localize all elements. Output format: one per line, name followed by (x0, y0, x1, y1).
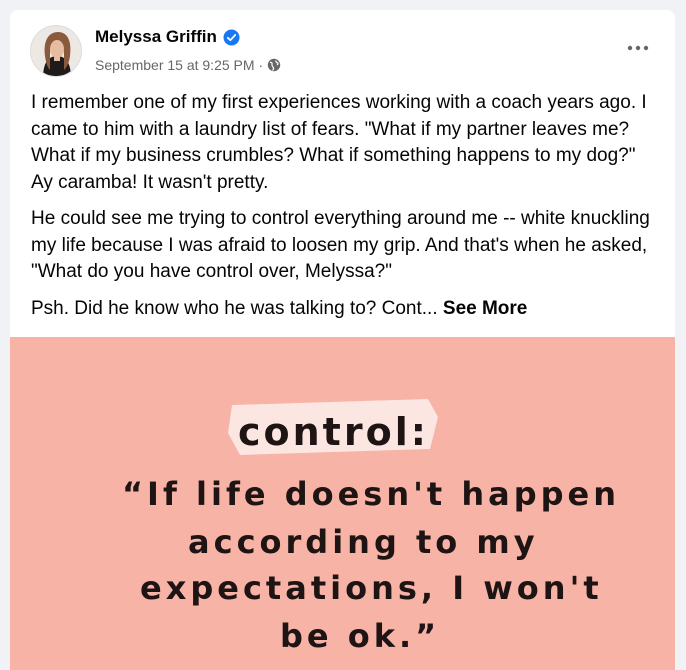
see-more-button[interactable]: See More (443, 298, 527, 319)
post-card: Melyssa Griffin September 15 at 9:25 PM … (10, 10, 675, 670)
post-image[interactable]: control: “If life doesn't happen accordi… (10, 337, 675, 670)
globe-icon[interactable] (267, 58, 281, 72)
quote-line: “If life doesn't happen (122, 475, 620, 513)
quote-line: expectations, I won't (140, 569, 603, 607)
post-text: I remember one of my first experiences w… (31, 90, 661, 332)
quote-line: be ok.” (280, 617, 440, 655)
more-options-icon[interactable] (623, 37, 653, 59)
post-paragraph-truncated: Psh. Did he know who he was talking to? … (31, 296, 661, 323)
truncated-text: Psh. Did he know who he was talking to? … (31, 297, 438, 319)
post-paragraph: I remember one of my first experiences w… (31, 92, 647, 193)
verified-badge-icon (223, 29, 240, 46)
image-title: control: (238, 410, 429, 454)
post-meta: September 15 at 9:25 PM · (95, 57, 281, 73)
quote-line: according to my (188, 523, 539, 561)
author-row: Melyssa Griffin (95, 27, 240, 47)
author-avatar[interactable] (30, 25, 82, 77)
post-timestamp[interactable]: September 15 at 9:25 PM (95, 57, 255, 73)
post-paragraph: He could see me trying to control everyt… (31, 208, 650, 282)
post-header: Melyssa Griffin September 15 at 9:25 PM … (10, 10, 675, 85)
meta-separator: · (258, 57, 264, 73)
author-name[interactable]: Melyssa Griffin (95, 27, 217, 47)
